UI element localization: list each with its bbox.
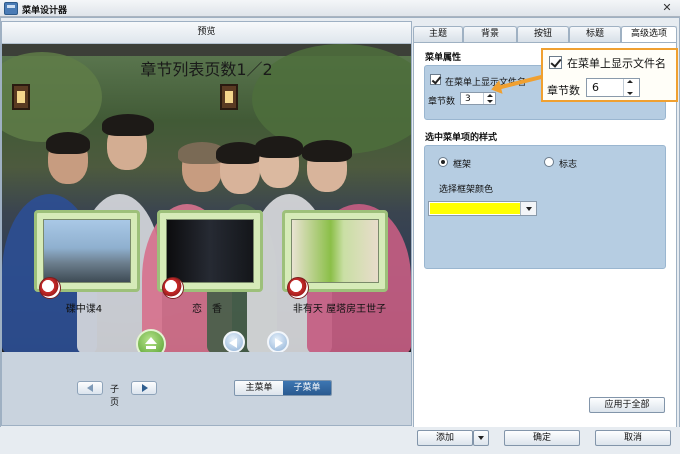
hair-shape <box>302 140 352 162</box>
frame-radio[interactable] <box>438 157 448 167</box>
tab-title[interactable]: 标题 <box>569 26 621 42</box>
chapters-spinner[interactable]: 3 <box>460 92 496 105</box>
apply-all-button[interactable]: 应用于全部 <box>589 397 665 413</box>
add-dropdown-button[interactable] <box>473 430 489 446</box>
thumbnail-image <box>291 219 379 283</box>
show-filename-checkbox[interactable] <box>430 74 441 85</box>
settings-tabs: 主题 背景 按钮 标题 高级选项 <box>413 26 677 43</box>
thumbnail-image <box>166 219 254 283</box>
tab-theme[interactable]: 主题 <box>413 26 463 42</box>
ok-button[interactable]: 确定 <box>504 430 580 446</box>
preview-pane: 预览 章节列表页数1／2 碟中谍4 恋 香 非有天 屋塔房王世子 子页 主菜单 … <box>1 21 412 426</box>
callout-chapters-value: 6 <box>592 81 599 94</box>
soccer-ball-icon <box>39 277 61 299</box>
logo-radio[interactable] <box>544 157 554 167</box>
menu-props-heading: 菜单属性 <box>425 53 462 63</box>
thumbnail-label: 非有天 屋塔房王世子 <box>292 304 387 315</box>
lamp-shape <box>220 84 238 110</box>
chapter-list-title: 章节列表页数1／2 <box>140 60 273 79</box>
subpage-label: 子页 <box>110 385 120 408</box>
preview-image: 章节列表页数1／2 碟中谍4 恋 香 非有天 屋塔房王世子 <box>2 44 411 352</box>
window-title: 菜单设计器 <box>22 6 68 16</box>
next-page-button[interactable] <box>131 381 157 395</box>
chevron-down-icon[interactable] <box>520 202 536 215</box>
close-icon[interactable]: ✕ <box>660 2 674 15</box>
previous-arrow-button[interactable] <box>223 331 245 352</box>
hair-shape <box>102 114 154 136</box>
title-bar: 菜单设计器 ✕ <box>0 0 680 17</box>
selected-style-heading: 选中菜单项的样式 <box>425 133 498 143</box>
thumbnail-label: 碟中谍4 <box>65 304 103 315</box>
up-arrow-button[interactable] <box>136 329 166 352</box>
color-swatch <box>430 203 520 214</box>
frame-color-label: 选择框架颜色 <box>439 185 494 195</box>
prev-page-button[interactable] <box>77 381 103 395</box>
chapters-value: 3 <box>465 94 471 104</box>
soccer-ball-icon <box>287 277 309 299</box>
add-button[interactable]: 添加 <box>417 430 473 446</box>
cancel-button[interactable]: 取消 <box>595 430 671 446</box>
main-menu-tab[interactable]: 主菜单 <box>235 381 283 395</box>
hair-shape <box>46 132 90 154</box>
chapters-label: 章节数 <box>428 97 456 107</box>
app-icon <box>4 2 18 15</box>
frame-option-label: 框架 <box>453 160 472 170</box>
callout-checkbox <box>549 56 562 69</box>
chevron-down-icon <box>478 436 484 440</box>
callout-filename-label: 在菜单上显示文件名 <box>567 57 666 70</box>
callout-chapters-label: 章节数 <box>547 84 580 97</box>
next-arrow-button[interactable] <box>267 331 289 352</box>
tab-background[interactable]: 背景 <box>463 26 517 42</box>
footer-bar: 添加 确定 取消 <box>0 427 680 454</box>
spinner-arrows-icon <box>623 79 639 96</box>
thumbnail-label: 恋 香 <box>192 304 222 315</box>
thumbnail-image <box>43 219 131 283</box>
soccer-ball-icon <box>162 277 184 299</box>
hair-shape <box>255 136 303 158</box>
zoom-callout: 在菜单上显示文件名 章节数 6 <box>541 48 678 102</box>
chapter-thumbnail[interactable] <box>34 210 140 299</box>
frame-color-dropdown[interactable] <box>428 201 537 216</box>
tab-buttons[interactable]: 按钮 <box>517 26 569 42</box>
logo-option-label: 标志 <box>559 160 578 170</box>
callout-spinner: 6 <box>586 78 640 97</box>
menu-level-toggle: 主菜单 子菜单 <box>234 380 332 396</box>
chapter-thumbnail[interactable] <box>282 210 388 299</box>
tab-advanced[interactable]: 高级选项 <box>621 26 677 43</box>
lamp-shape <box>12 84 30 110</box>
preview-header: 预览 <box>2 22 411 44</box>
sub-menu-tab[interactable]: 子菜单 <box>283 381 331 395</box>
chapter-thumbnail[interactable] <box>157 210 263 299</box>
